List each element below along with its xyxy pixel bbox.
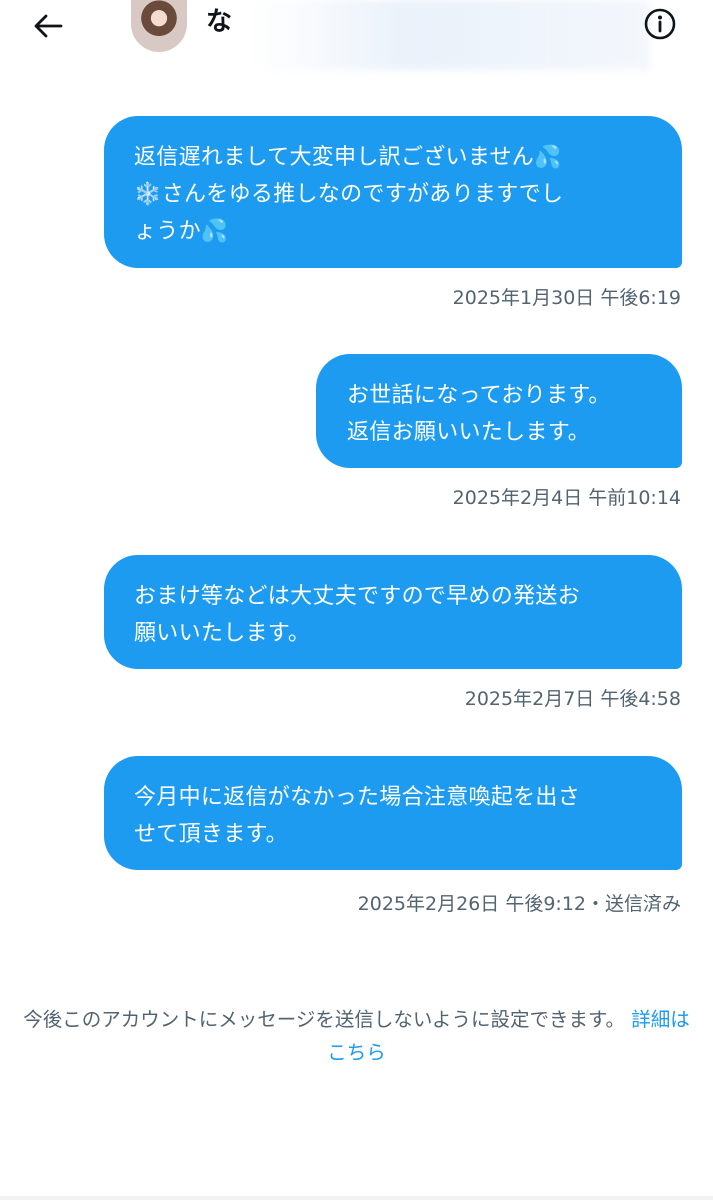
avatar[interactable] xyxy=(131,0,187,52)
conversation-header: な xyxy=(0,0,713,72)
message-timestamp: 2025年1月30日 午後6:19 xyxy=(452,287,681,309)
block-messages-note: 今後このアカウントにメッセージを送信しないように設定できます。 詳細はこちら xyxy=(20,1003,693,1069)
message-bubble[interactable]: お世話になっております。 返信お願いいたします。 xyxy=(316,354,682,468)
arrow-left-icon xyxy=(34,14,63,38)
info-circle-icon xyxy=(644,8,676,40)
back-button[interactable] xyxy=(28,6,68,46)
conversation-title[interactable]: な xyxy=(206,4,232,40)
block-messages-note-text: 今後このアカウントにメッセージを送信しないように設定できます。 xyxy=(23,1008,626,1031)
message-timestamp: 2025年2月26日 午後9:12・送信済み xyxy=(357,893,681,915)
info-button[interactable] xyxy=(642,6,678,42)
message-bubble[interactable]: 今月中に返信がなかった場合注意喚起を出さ せて頂きます。 xyxy=(104,756,682,870)
header-background xyxy=(250,0,650,70)
message-timestamp: 2025年2月4日 午前10:14 xyxy=(452,487,681,509)
bottom-divider xyxy=(0,1196,713,1200)
message-timestamp: 2025年2月7日 午後4:58 xyxy=(464,688,681,710)
message-bubble[interactable]: おまけ等などは大丈夫ですので早めの発送お 願いいたします。 xyxy=(104,555,682,669)
message-bubble[interactable]: 返信遅れまして大変申し訳ございません💦 ❄️さんをゆる推しなのですがありますでし… xyxy=(104,116,682,268)
